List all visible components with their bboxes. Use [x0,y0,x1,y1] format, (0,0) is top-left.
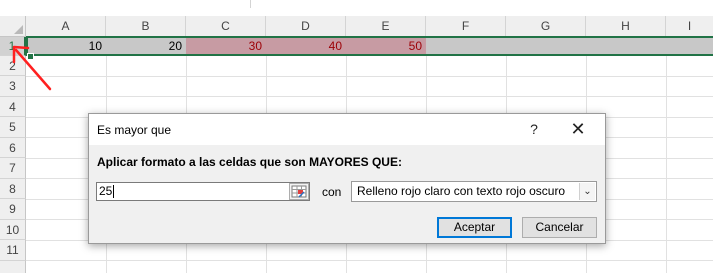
column-header-g[interactable]: G [506,16,586,36]
grid-line [26,76,713,77]
dialog-title: Es mayor que [97,123,172,137]
column-header-e[interactable]: E [346,16,426,36]
select-all-icon [14,25,23,34]
help-icon[interactable]: ? [524,119,544,139]
dialog-instruction: Aplicar formato a las celdas que son MAY… [97,155,402,169]
column-header-i[interactable]: I [666,16,713,36]
column-headers: A B C D E F G H I [0,16,713,37]
range-collapse-icon[interactable] [289,183,309,200]
close-icon[interactable]: ✕ [567,119,589,139]
format-select-value: Relleno rojo claro con texto rojo oscuro [357,184,566,198]
row-header-10[interactable]: 10 [0,220,26,240]
row-header-12[interactable] [0,261,26,273]
threshold-value: 25 [99,184,113,198]
annotation-arrow-icon [12,45,52,91]
dialog-titlebar[interactable]: Es mayor que ? ✕ [89,114,605,145]
grid-line [666,37,667,273]
threshold-input[interactable]: 25 [96,182,310,201]
top-strip [0,0,713,16]
cancel-button[interactable]: Cancelar [522,217,597,238]
row-header-8[interactable]: 8 [0,179,26,199]
column-header-d[interactable]: D [266,16,346,36]
row-header-5[interactable]: 5 [0,117,26,138]
column-header-b[interactable]: B [106,16,186,36]
text-caret [113,185,115,199]
row-header-7[interactable]: 7 [0,158,26,179]
grid-line [26,260,713,261]
greater-than-dialog: Es mayor que ? ✕ Aplicar formato a las c… [88,113,606,244]
row-header-9[interactable]: 9 [0,199,26,220]
selection-border [26,36,713,56]
row-header-4[interactable]: 4 [0,97,26,117]
dropdown-arrow-icon[interactable]: ⌄ [579,183,595,200]
column-header-h[interactable]: H [586,16,666,36]
accept-button[interactable]: Aceptar [437,217,512,238]
select-all-corner[interactable] [0,16,26,36]
con-label: con [322,185,342,199]
column-header-a[interactable]: A [26,16,106,36]
row-header-11[interactable]: 11 [0,240,26,261]
top-divider [250,0,251,8]
grid-line [26,96,713,97]
format-select[interactable]: Relleno rojo claro con texto rojo oscuro… [351,181,597,202]
column-header-f[interactable]: F [426,16,506,36]
column-header-c[interactable]: C [186,16,266,36]
row-header-6[interactable]: 6 [0,138,26,158]
